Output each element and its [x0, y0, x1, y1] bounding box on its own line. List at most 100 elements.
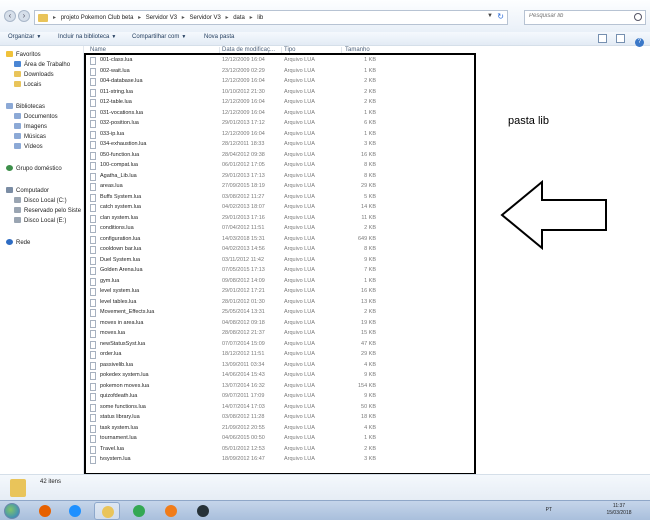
- nav-desktop[interactable]: Área de Trabalho: [14, 61, 70, 70]
- taskbar-explorer[interactable]: [94, 502, 120, 520]
- clock[interactable]: 11:37 15/03/2018: [604, 503, 634, 517]
- computer-icon: [6, 187, 13, 193]
- nav-label: Vídeos: [24, 144, 43, 150]
- taskbar-chrome[interactable]: [126, 502, 152, 520]
- chevron-down-icon: ▼: [181, 34, 187, 40]
- include-library-button[interactable]: Incluir na biblioteca ▼: [58, 34, 116, 40]
- taskbar-firefox[interactable]: [32, 502, 58, 520]
- nav-disk-c[interactable]: Disco Local (C:): [14, 197, 67, 206]
- downloads-icon: [14, 71, 21, 77]
- annotation-label: pasta lib: [508, 115, 549, 127]
- media-player-icon: [165, 505, 177, 517]
- nav-label: Favoritos: [16, 52, 41, 58]
- view-controls: ?: [590, 34, 644, 47]
- address-dropdown-icon[interactable]: ▼: [487, 13, 493, 19]
- internet-explorer-icon: [69, 505, 81, 517]
- folder-icon: [10, 479, 26, 497]
- nav-computer[interactable]: Computador: [6, 187, 49, 196]
- breadcrumb-item[interactable]: lib: [257, 15, 263, 21]
- clock-time: 11:37: [612, 503, 626, 509]
- navigation-pane: Favoritos Área de Trabalho Downloads Loc…: [0, 46, 84, 474]
- breadcrumb-separator: ▸: [225, 15, 229, 21]
- recent-places-icon: [14, 81, 21, 87]
- refresh-icon[interactable]: ↻: [497, 12, 504, 21]
- nav-label: Downloads: [24, 72, 54, 78]
- documents-icon: [14, 113, 21, 119]
- nav-label: Disco Local (C:): [24, 198, 67, 204]
- nav-favorites[interactable]: Favoritos: [6, 51, 41, 60]
- chrome-icon: [133, 505, 145, 517]
- taskbar: PT 11:37 15/03/2018: [0, 500, 650, 520]
- organize-button[interactable]: Organizar ▼: [8, 34, 41, 40]
- breadcrumb-separator: ▸: [181, 15, 185, 21]
- nav-downloads[interactable]: Downloads: [14, 71, 54, 80]
- nav-network[interactable]: Rede: [6, 239, 30, 248]
- start-button[interactable]: [4, 503, 20, 519]
- share-label: Compartilhar com: [132, 34, 180, 40]
- clock-date: 15/03/2018: [606, 510, 632, 516]
- music-icon: [14, 133, 21, 139]
- include-library-label: Incluir na biblioteca: [58, 34, 110, 40]
- folder-icon: [38, 14, 48, 22]
- search-input[interactable]: [529, 13, 629, 19]
- nav-videos[interactable]: Vídeos: [14, 143, 43, 152]
- taskbar-ie[interactable]: [62, 502, 88, 520]
- address-bar-area: ‹ › ▸ projeto Pokemon Club beta ▸ Servid…: [0, 0, 650, 32]
- breadcrumb-separator: ▸: [53, 15, 57, 21]
- nav-recent[interactable]: Locais: [14, 81, 41, 90]
- nav-label: Bibliotecas: [16, 104, 46, 110]
- nav-images[interactable]: Imagens: [14, 123, 47, 132]
- nav-label: Reservado pelo Siste: [24, 208, 82, 214]
- firefox-icon: [39, 505, 51, 517]
- network-icon: [6, 239, 13, 245]
- breadcrumb-separator: ▸: [138, 15, 142, 21]
- organize-label: Organizar: [8, 34, 35, 40]
- taskbar-app[interactable]: [190, 502, 216, 520]
- breadcrumb: ▸ projeto Pokemon Club beta ▸ Servidor V…: [53, 14, 266, 21]
- nav-homegroup[interactable]: Grupo doméstico: [6, 165, 62, 174]
- new-folder-button[interactable]: Nova pasta: [204, 34, 234, 40]
- search-box[interactable]: [524, 10, 646, 25]
- nav-label: Disco Local (E:): [24, 218, 67, 224]
- item-count: 42 itens: [40, 479, 62, 485]
- nav-libraries[interactable]: Bibliotecas: [6, 103, 45, 112]
- star-icon: [6, 51, 13, 57]
- highlight-box: [84, 53, 476, 475]
- address-field[interactable]: ▸ projeto Pokemon Club beta ▸ Servidor V…: [34, 10, 508, 25]
- arrow-left-icon: [500, 180, 607, 250]
- nav-disk-e[interactable]: Disco Local (E:): [14, 217, 66, 226]
- search-icon[interactable]: [634, 13, 642, 21]
- explorer-icon: [102, 506, 114, 518]
- nav-disk-reserved[interactable]: Reservado pelo Siste: [14, 207, 81, 216]
- view-mode-icon[interactable]: [597, 34, 607, 43]
- forward-button[interactable]: ›: [18, 10, 30, 22]
- library-icon: [6, 103, 13, 109]
- disk-icon: [14, 207, 21, 213]
- nav-label: Documentos: [24, 114, 58, 120]
- taskbar-media[interactable]: [158, 502, 184, 520]
- command-bar: Organizar ▼ Incluir na biblioteca ▼ Compar…: [0, 32, 650, 47]
- nav-documents[interactable]: Documentos: [14, 113, 58, 122]
- explorer-window: ‹ › ▸ projeto Pokemon Club beta ▸ Servid…: [0, 0, 650, 520]
- nav-label: Grupo doméstico: [16, 166, 62, 172]
- nav-label: Computador: [16, 188, 50, 194]
- back-button[interactable]: ‹: [4, 10, 16, 22]
- app-icon: [197, 505, 209, 517]
- help-icon[interactable]: ?: [635, 38, 644, 47]
- breadcrumb-item[interactable]: data: [233, 15, 245, 21]
- preview-pane-icon[interactable]: [616, 34, 626, 43]
- images-icon: [14, 123, 21, 129]
- breadcrumb-item[interactable]: projeto Pokemon Club beta: [61, 15, 134, 21]
- homegroup-icon: [6, 165, 13, 171]
- breadcrumb-separator: ▸: [249, 15, 253, 21]
- language-indicator[interactable]: PT: [546, 507, 552, 513]
- breadcrumb-item[interactable]: Servidor V3: [146, 15, 177, 21]
- share-button[interactable]: Compartilhar com ▼: [132, 34, 186, 40]
- breadcrumb-item[interactable]: Servidor V3: [189, 15, 220, 21]
- chevron-down-icon: ▼: [111, 34, 117, 40]
- details-pane: 42 itens: [0, 474, 650, 500]
- nav-label: Rede: [16, 240, 31, 246]
- chevron-down-icon: ▼: [36, 34, 42, 40]
- nav-music[interactable]: Músicas: [14, 133, 46, 142]
- disk-icon: [14, 217, 21, 223]
